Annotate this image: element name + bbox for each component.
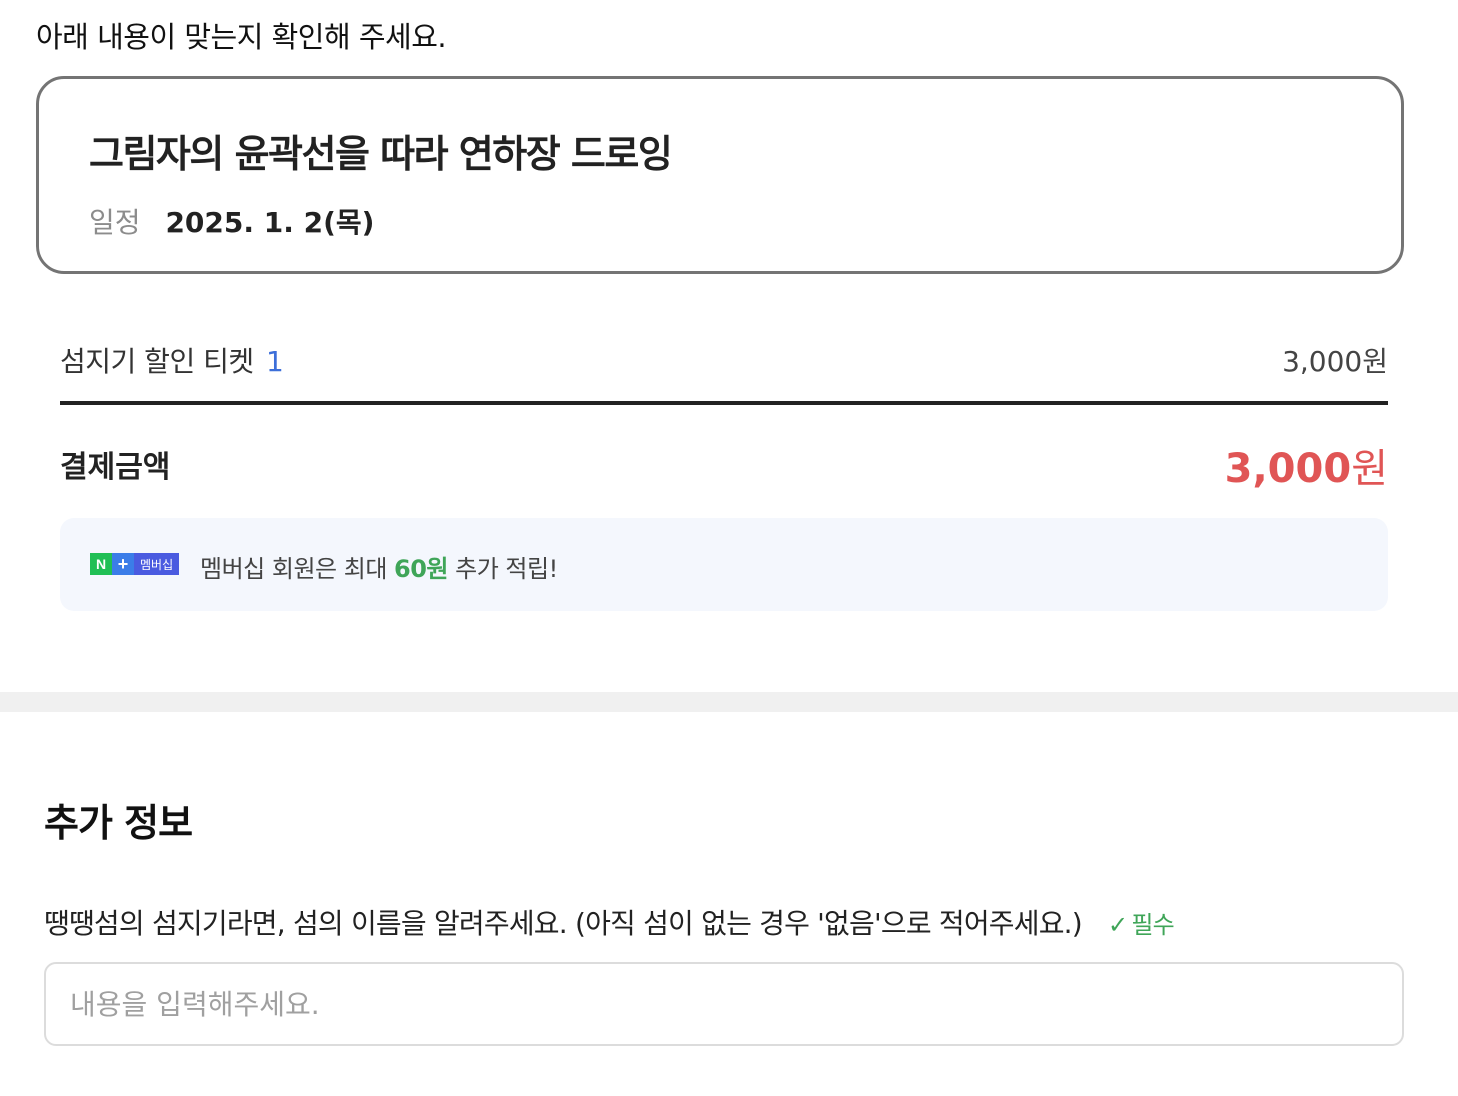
section-divider [0,692,1458,712]
membership-benefit-text: 멤버십 회원은 최대 60원 추가 적립! [200,549,558,584]
total-row: 결제금액 3,000원 [60,436,1388,492]
confirm-instruction: 아래 내용이 맞는지 확인해 주세요. [36,20,447,54]
naver-plus-membership-icon: N + 멤버십 [90,553,180,575]
question-label: 땡땡섬의 섬지기라면, 섬의 이름을 알려주세요. (아직 섬이 없는 경우 '… [44,907,1083,940]
plus-icon: + [112,553,134,575]
membership-text-before: 멤버십 회원은 최대 [200,555,395,583]
total-currency: 원 [1351,446,1388,492]
membership-badge-label: 멤버십 [134,553,180,575]
total-amount: 3,000 [1224,446,1352,492]
membership-reward-amount: 60원 [394,555,449,583]
ticket-name: 섬지기 할인 티켓 [60,345,254,378]
order-divider [60,401,1388,405]
additional-info-title: 추가 정보 [44,801,193,845]
schedule-label: 일정 [89,206,141,239]
schedule-row: 일정 2025. 1. 2(목) [89,201,374,241]
ticket-price: 3,000원 [1282,345,1388,378]
total-label: 결제금액 [60,450,171,485]
naver-n-icon: N [90,553,112,575]
event-title: 그림자의 윤곽선을 따라 연하장 드로잉 [89,132,673,176]
required-label: 필수 [1131,911,1174,939]
schedule-date: 2025. 1. 2(목) [165,206,375,239]
island-name-input[interactable] [44,962,1404,1046]
check-icon: ✓ [1108,911,1128,939]
membership-benefit-box: N + 멤버십 멤버십 회원은 최대 60원 추가 적립! [60,518,1388,611]
total-price: 3,000원 [1225,436,1388,494]
required-badge: ✓ 필수 [1108,911,1175,939]
ticket-line-item: 섬지기 할인 티켓 1 3,000원 [60,336,1388,380]
event-summary-card: 그림자의 윤곽선을 따라 연하장 드로잉 일정 2025. 1. 2(목) [36,76,1404,274]
island-name-question: 땡땡섬의 섬지기라면, 섬의 이름을 알려주세요. (아직 섬이 없는 경우 '… [44,902,1175,942]
checkout-page: 아래 내용이 맞는지 확인해 주세요. 그림자의 윤곽선을 따라 연하장 드로잉… [0,0,1458,1096]
ticket-quantity: 1 [266,345,284,378]
membership-text-after: 추가 적립! [448,555,558,583]
ticket-name-wrap: 섬지기 할인 티켓 1 [60,340,284,380]
